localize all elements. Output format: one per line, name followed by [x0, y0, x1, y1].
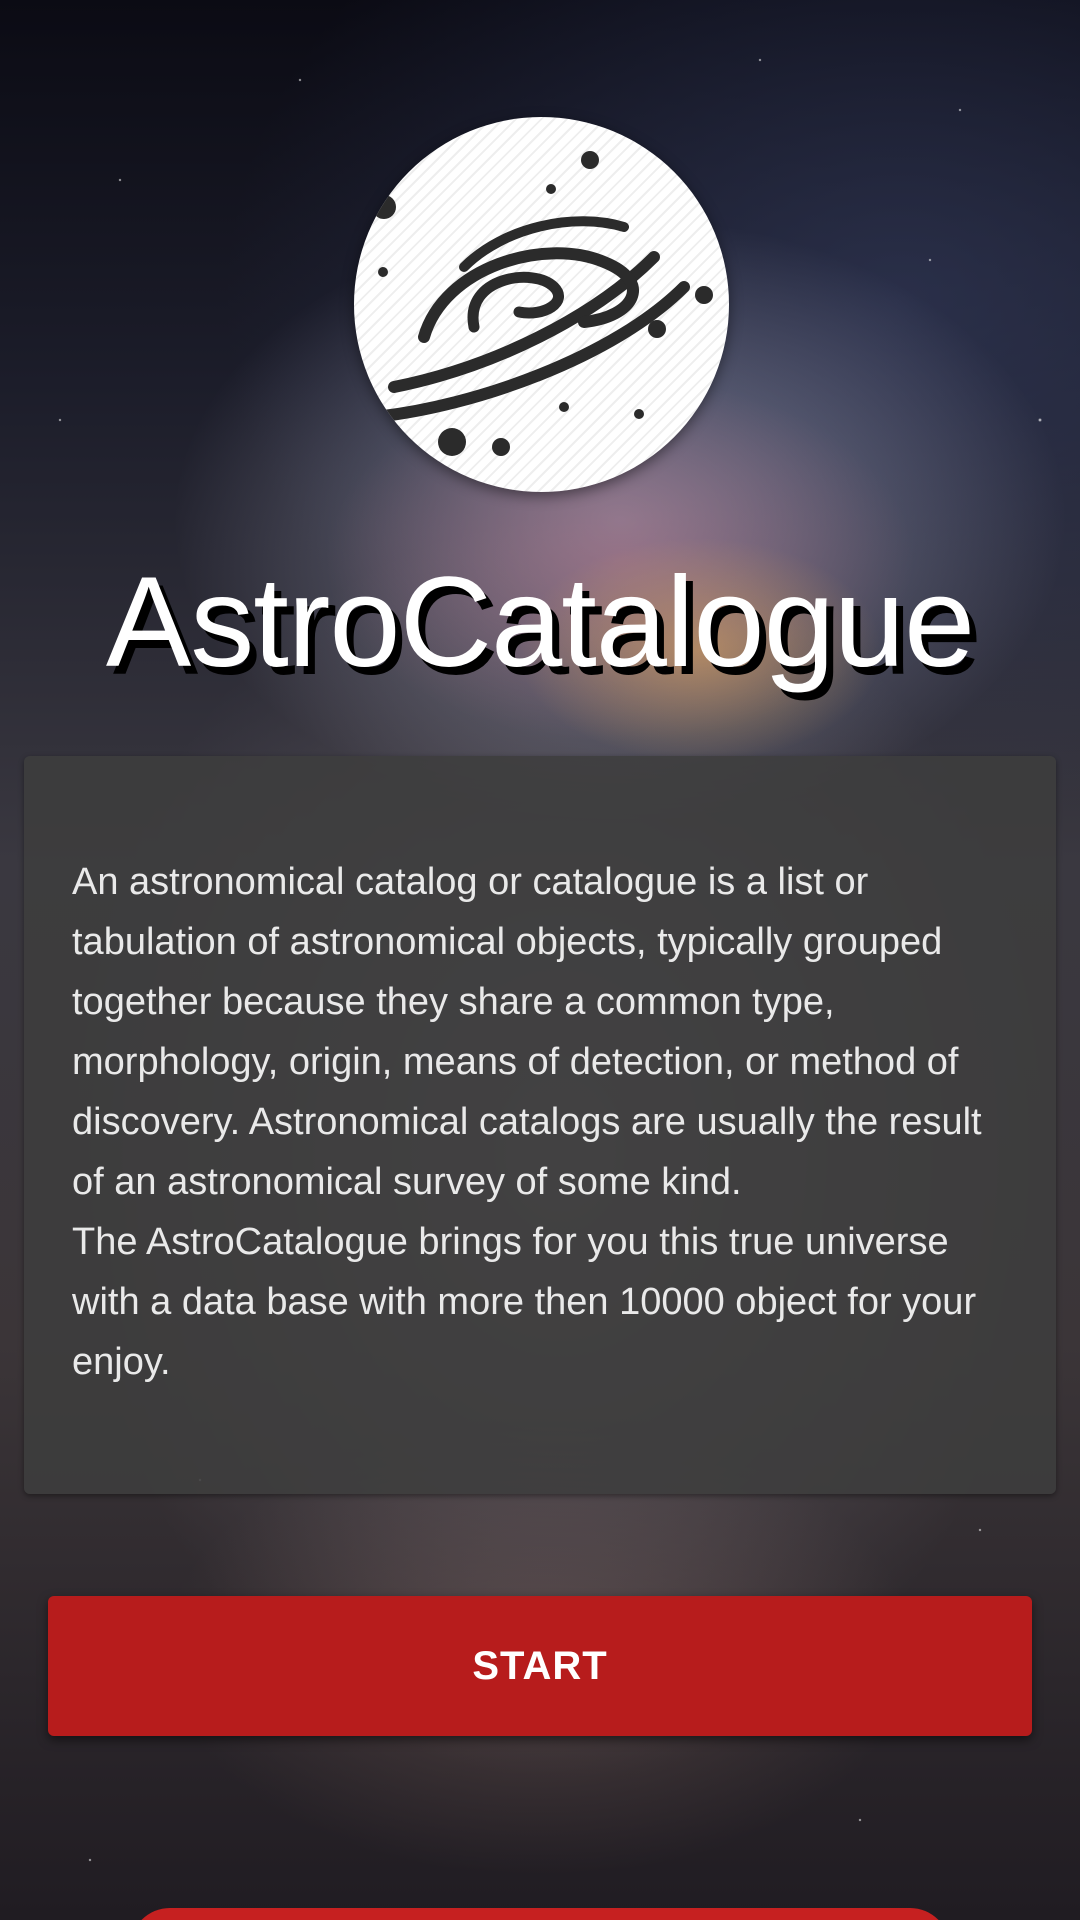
galaxy-logo-icon: [354, 117, 729, 492]
description-card: An astronomical catalog or catalogue is …: [24, 756, 1056, 1494]
description-text: An astronomical catalog or catalogue is …: [72, 861, 982, 1383]
splash-screen: AstroCatalogue An astronomical catalog o…: [0, 0, 1080, 1920]
start-button[interactable]: START: [48, 1596, 1032, 1736]
bottom-partial-button[interactable]: [130, 1908, 950, 1920]
app-title: AstroCatalogue: [105, 551, 975, 694]
